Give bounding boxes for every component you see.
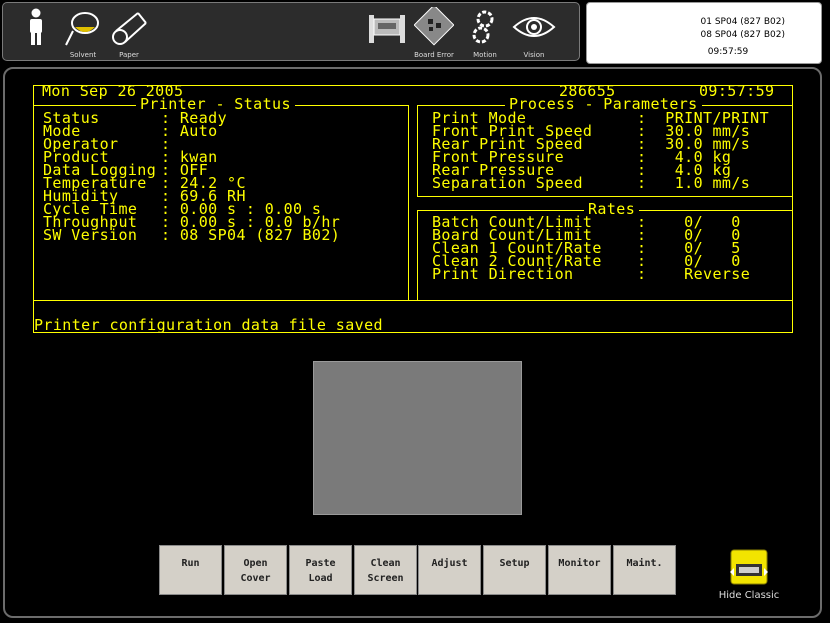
paper-icon — [112, 12, 147, 45]
button-label-2: Load — [308, 573, 333, 584]
button-label: Adjust — [431, 558, 468, 569]
rates-title: Rates — [584, 202, 640, 217]
button-label-2: Cover — [240, 573, 271, 584]
button-label: Run — [181, 558, 200, 569]
open-cover-button[interactable]: Open Cover — [224, 545, 287, 595]
rates-list: Batch Count/Limit: 0/ 0 Board Count/Limi… — [432, 215, 751, 283]
solvent-icon — [65, 12, 99, 46]
paper-label: Paper — [119, 51, 139, 59]
header-time: 09:57:59 — [699, 82, 775, 100]
row-label: SW Version — [43, 226, 138, 244]
paper-button[interactable]: Paper — [107, 7, 151, 61]
hide-classic-icon — [730, 549, 768, 585]
maint-button[interactable]: Maint. — [613, 545, 676, 595]
button-label: Monitor — [558, 558, 601, 569]
rate-row: Print Direction: Reverse — [432, 265, 751, 283]
motion-label: Motion — [473, 51, 497, 59]
vision-button[interactable]: Vision — [511, 7, 557, 61]
row-value: Auto — [179, 122, 218, 140]
monitor-button[interactable]: Monitor — [548, 545, 611, 595]
row-value: 08 SP04 (827 B02) — [179, 226, 341, 244]
button-label: Open — [243, 558, 268, 569]
printer-machine-icon — [369, 15, 405, 43]
solvent-label: Solvent — [69, 51, 97, 59]
camera-view — [313, 361, 522, 515]
button-label: Maint. — [626, 558, 663, 569]
row-label: Print Direction — [432, 265, 574, 283]
operator-icon — [30, 8, 42, 45]
adjust-button[interactable]: Adjust — [418, 545, 481, 595]
motion-icon — [472, 10, 494, 44]
row-value: 1.0 mm/s — [665, 174, 751, 192]
board-error-icon — [414, 7, 454, 46]
process-parameters-list: Print Mode: PRINT/PRINT Front Print Spee… — [432, 111, 769, 192]
vision-label: Vision — [523, 51, 545, 59]
setup-button[interactable]: Setup — [483, 545, 546, 595]
button-label-2: Screen — [367, 573, 404, 584]
board-error-label: Board Error — [414, 51, 454, 59]
row-value: Reverse — [665, 265, 751, 283]
hide-classic-label: Hide Classic — [718, 590, 780, 601]
button-label: Clean — [370, 558, 401, 569]
button-label: Paste — [305, 558, 336, 569]
top-toolbar: Solvent Paper Board Error Motion Vision — [2, 2, 580, 61]
motion-button[interactable]: Motion — [465, 7, 505, 61]
paste-load-button[interactable]: Paste Load — [289, 545, 352, 595]
printer-status-list: Status: Ready Mode: Auto Operator: Produ… — [43, 111, 341, 244]
board-error-button[interactable]: Board Error — [409, 7, 459, 61]
row-label: Separation Speed — [432, 174, 583, 192]
param-row: Separation Speed: 1.0 mm/s — [432, 174, 751, 192]
solvent-button[interactable]: Solvent — [61, 7, 105, 61]
version-line-2: 08 SP04 (827 B02) — [700, 30, 785, 40]
vision-icon — [512, 17, 556, 37]
status-row: SW Version: 08 SP04 (827 B02) — [43, 226, 341, 244]
operator-button[interactable] — [21, 7, 51, 47]
run-button[interactable]: Run — [159, 545, 222, 595]
hide-classic-button[interactable]: Hide Classic — [716, 546, 782, 608]
button-label: Setup — [499, 558, 530, 569]
printer-machine-button[interactable] — [365, 7, 409, 47]
message-divider — [33, 300, 793, 301]
clean-screen-button[interactable]: Clean Screen — [354, 545, 417, 595]
version-line-1: 01 SP04 (827 B02) — [700, 17, 785, 27]
version-info-box: 01 SP04 (827 B02) 08 SP04 (827 B02) 09:5… — [586, 2, 822, 64]
clock: 09:57:59 — [707, 47, 749, 57]
status-message: Printer configuration data file saved — [34, 316, 383, 334]
